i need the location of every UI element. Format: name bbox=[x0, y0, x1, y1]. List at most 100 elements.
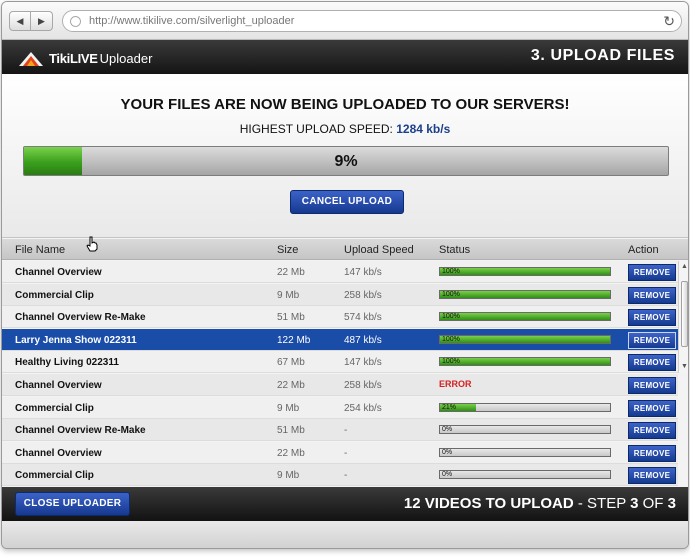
file-name: Commercial Clip bbox=[15, 470, 94, 482]
table-row[interactable]: Commercial Clip 9 Mb 258 kb/s 100% REMOVE bbox=[2, 283, 678, 306]
scrollbar-thumb[interactable] bbox=[681, 281, 688, 347]
file-progress-bar: 100% bbox=[439, 334, 611, 344]
table-row[interactable]: Channel Overview Re-Make 51 Mb - 0% REMOVE bbox=[2, 419, 678, 442]
speed-value: 1284 kb/s bbox=[396, 122, 451, 136]
cancel-upload-button[interactable]: CANCEL UPLOAD bbox=[290, 190, 404, 214]
file-progress-fill bbox=[440, 335, 610, 343]
tiki-logo-icon bbox=[19, 52, 43, 66]
remove-button[interactable]: REMOVE bbox=[628, 377, 676, 394]
file-name: Channel Overview bbox=[15, 447, 102, 459]
file-progress-label: 100% bbox=[442, 335, 460, 343]
file-upload-speed: - bbox=[344, 425, 348, 437]
file-upload-speed: 258 kb/s bbox=[344, 380, 382, 391]
videos-text: VIDEOS TO UPLOAD bbox=[424, 495, 574, 512]
remove-button[interactable]: REMOVE bbox=[628, 309, 676, 327]
file-size: 22 Mb bbox=[277, 447, 305, 459]
upload-summary: 12 VIDEOS TO UPLOAD - STEP 3 OF 3 bbox=[404, 495, 676, 512]
file-upload-speed: 258 kb/s bbox=[344, 289, 382, 301]
header-size[interactable]: Size bbox=[277, 244, 298, 256]
remove-button[interactable]: REMOVE bbox=[628, 264, 676, 281]
file-status: 100% bbox=[439, 334, 611, 344]
file-progress-fill bbox=[440, 290, 610, 298]
logo: TikiLIVE Uploader bbox=[17, 47, 152, 69]
remove-button[interactable]: REMOVE bbox=[628, 444, 676, 462]
remove-button[interactable]: REMOVE bbox=[628, 399, 676, 417]
file-progress-bar: 0% bbox=[439, 425, 611, 435]
forward-button[interactable]: ▶ bbox=[31, 11, 53, 31]
file-upload-speed: 147 kb/s bbox=[344, 357, 382, 369]
file-name: Healthy Living 022311 bbox=[15, 357, 119, 369]
remove-button[interactable]: REMOVE bbox=[628, 354, 676, 372]
table-row[interactable]: Channel Overview 22 Mb - 0% REMOVE bbox=[2, 441, 678, 464]
file-name: Commercial Clip bbox=[15, 402, 94, 414]
file-status: 21% bbox=[439, 402, 611, 412]
file-status: 100% bbox=[439, 289, 611, 299]
file-status: 100% bbox=[439, 267, 611, 276]
remove-button[interactable]: REMOVE bbox=[628, 422, 676, 440]
file-status: 0% bbox=[439, 447, 611, 457]
file-progress-fill bbox=[440, 268, 610, 275]
table-row[interactable]: Commercial Clip 9 Mb - 0% REMOVE bbox=[2, 464, 678, 487]
forward-arrow-icon: ▶ bbox=[38, 15, 45, 26]
file-upload-speed: 487 kb/s bbox=[344, 334, 382, 346]
scroll-up-icon[interactable]: ▲ bbox=[679, 261, 688, 273]
step-current: 3 bbox=[630, 495, 639, 512]
file-upload-speed: - bbox=[344, 470, 348, 482]
file-size: 51 Mb bbox=[277, 425, 305, 437]
header-action: Action bbox=[628, 244, 659, 256]
hand-cursor-icon bbox=[86, 236, 98, 252]
file-progress-bar: 0% bbox=[439, 470, 611, 480]
header-upload-speed[interactable]: Upload Speed bbox=[344, 244, 414, 256]
file-name: Channel Overview bbox=[15, 267, 102, 278]
table-row[interactable]: Channel Overview 22 Mb 258 kb/s ERROR REMOVE bbox=[2, 374, 678, 396]
file-progress-label: 100% bbox=[442, 313, 460, 321]
file-size: 22 Mb bbox=[277, 267, 305, 278]
file-size: 122 Mb bbox=[277, 334, 311, 346]
app-header: TikiLIVE Uploader 3. UPLOAD FILES bbox=[2, 40, 688, 74]
address-bar[interactable]: http://www.tikilive.com/silverlight_uplo… bbox=[62, 10, 682, 32]
file-progress-label: 100% bbox=[442, 268, 460, 275]
file-progress-label: 0% bbox=[442, 471, 453, 479]
file-name: Channel Overview bbox=[15, 380, 102, 391]
file-size: 67 Mb bbox=[277, 357, 305, 369]
file-name: Larry Jenna Show 022311 bbox=[15, 334, 137, 346]
overall-progress-bar: 9% bbox=[23, 146, 669, 176]
file-progress-bar: 21% bbox=[439, 402, 611, 412]
reload-icon[interactable]: ↻ bbox=[663, 13, 675, 30]
table-row[interactable]: Channel Overview 22 Mb 147 kb/s 100% REMOVE bbox=[2, 261, 678, 283]
close-uploader-button[interactable]: CLOSE UPLOADER bbox=[15, 492, 130, 516]
file-name: Channel Overview Re-Make bbox=[15, 312, 146, 324]
remove-button[interactable]: REMOVE bbox=[628, 467, 676, 485]
file-progress-label: 21% bbox=[442, 403, 457, 411]
back-arrow-icon: ◀ bbox=[16, 15, 24, 26]
table-row[interactable]: Channel Overview Re-Make 51 Mb 574 kb/s 100… bbox=[2, 306, 678, 329]
logo-product: Uploader bbox=[99, 50, 153, 66]
file-status: ERROR bbox=[439, 379, 611, 389]
table-row[interactable]: Commercial Clip 9 Mb 254 kb/s 21% REMOVE bbox=[2, 396, 678, 419]
file-progress-bar: 0% bbox=[439, 447, 611, 457]
table-row[interactable]: Healthy Living 022311 67 Mb 147 kb/s 100% RE… bbox=[2, 351, 678, 374]
remove-button[interactable]: REMOVE bbox=[628, 331, 676, 349]
back-button[interactable]: ◀ bbox=[9, 11, 31, 31]
file-progress-bar: 100% bbox=[439, 289, 611, 299]
url-text[interactable]: http://www.tikilive.com/silverlight_uplo… bbox=[89, 15, 294, 27]
header-status[interactable]: Status bbox=[439, 244, 470, 256]
remove-button[interactable]: REMOVE bbox=[628, 286, 676, 304]
table-scrollbar[interactable]: ▲ ▼ bbox=[678, 261, 688, 373]
table-row[interactable]: Larry Jenna Show 022311 122 Mb 487 kb/s 100… bbox=[2, 328, 678, 351]
browser-toolbar: ◀ ▶ http://www.tikilive.com/silverlight_… bbox=[2, 2, 688, 40]
file-progress-label: 0% bbox=[442, 448, 453, 456]
file-progress-fill bbox=[440, 313, 610, 321]
scroll-down-icon[interactable]: ▼ bbox=[679, 361, 688, 373]
file-status: 100% bbox=[439, 357, 611, 367]
speed-label: HIGHEST UPLOAD SPEED: bbox=[239, 122, 393, 136]
file-name: Commercial Clip bbox=[15, 289, 94, 301]
file-upload-speed: 147 kb/s bbox=[344, 267, 382, 278]
file-progress-bar: 100% bbox=[439, 267, 611, 276]
file-size: 9 Mb bbox=[277, 402, 300, 414]
file-progress-label: 0% bbox=[442, 426, 453, 434]
file-upload-speed: 574 kb/s bbox=[344, 312, 382, 324]
header-file-name[interactable]: File Name bbox=[15, 244, 65, 256]
step-title: 3. UPLOAD FILES bbox=[530, 47, 675, 64]
file-name: Channel Overview Re-Make bbox=[15, 425, 146, 437]
